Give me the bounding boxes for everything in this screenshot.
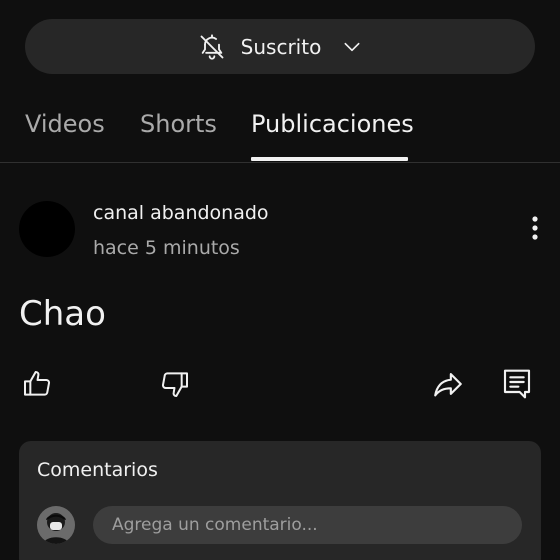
more-vertical-icon: [531, 215, 539, 245]
subscribed-label: Suscrito: [240, 34, 322, 59]
share-button[interactable]: [428, 366, 468, 406]
like-button[interactable]: [17, 366, 57, 406]
tab-shorts[interactable]: Shorts: [140, 110, 217, 138]
subscribed-button[interactable]: Suscrito: [25, 19, 535, 74]
channel-avatar[interactable]: [19, 201, 75, 257]
thumbs-down-icon: [159, 368, 191, 404]
more-options-button[interactable]: [520, 212, 550, 248]
active-tab-indicator: [251, 157, 408, 161]
bell-off-icon: [197, 32, 227, 62]
chevron-down-icon: [341, 36, 363, 58]
tab-videos[interactable]: Videos: [25, 110, 105, 138]
post-timestamp: hace 5 minutos: [93, 237, 240, 259]
community-post-screen: Suscrito Videos Shorts Publicaciones can…: [0, 0, 560, 560]
comments-title: Comentarios: [37, 459, 158, 481]
channel-name[interactable]: canal abandonado: [93, 202, 269, 224]
thumbs-up-icon: [21, 368, 53, 404]
comment-icon: [502, 368, 532, 404]
share-icon: [431, 367, 465, 405]
post-text: Chao: [19, 294, 106, 334]
comments-section[interactable]: Comentarios: [19, 441, 541, 560]
user-avatar: [37, 506, 75, 544]
comment-input[interactable]: [93, 506, 522, 544]
comment-button[interactable]: [497, 366, 537, 406]
channel-tabs: Videos Shorts Publicaciones: [0, 100, 560, 163]
dislike-button[interactable]: [155, 366, 195, 406]
tab-publicaciones[interactable]: Publicaciones: [251, 110, 414, 138]
